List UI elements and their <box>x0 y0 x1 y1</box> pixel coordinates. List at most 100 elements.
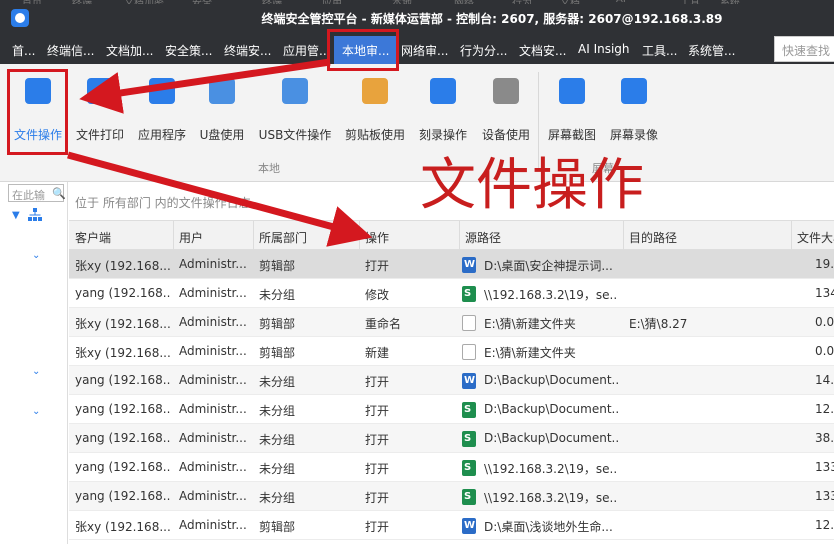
column-header-7[interactable]: 文件大小 <box>797 229 834 246</box>
menu-item-2[interactable]: 终端信... <box>47 42 94 59</box>
menu-item-4[interactable]: 安全策... <box>165 42 212 59</box>
ghost-menu-item: 网络 <box>454 0 474 4</box>
table-row[interactable]: 张xy (192.168... Administr... 剪辑部 新建 E:\猜\新建文… <box>69 337 834 366</box>
ghost-menu-item: 应用 <box>322 0 342 4</box>
menu-item-5[interactable]: 终端安... <box>224 42 271 59</box>
cell-op: 打开 <box>365 462 390 476</box>
menu-item-8[interactable]: 网络审... <box>401 42 448 59</box>
cell-src: D:\桌面\安企神提示词... <box>484 259 613 273</box>
menu-item-6[interactable]: 应用管... <box>283 42 330 59</box>
title-bar: 首页 终端 文档加密 安全 终端 应用 本地 网络 行为 文档 AI 工具 系统 终端安全管控平台 - … <box>0 0 834 36</box>
menu-item-3[interactable]: 文档加... <box>106 42 153 59</box>
menu-item-11[interactable]: AI Insigh <box>578 42 630 56</box>
table-row[interactable]: yang (192.168... Administr... 未分组 打开 D:\Back… <box>69 395 834 424</box>
ribbon-button-label: USB文件操作 <box>258 128 332 142</box>
cell-dept: 剪辑部 <box>259 317 296 331</box>
ribbon-button-5[interactable]: USB文件操作 <box>254 72 336 168</box>
cell-src: D:\Backup\Document... <box>484 431 618 445</box>
column-header-1[interactable]: 客户端 <box>75 229 111 246</box>
table-row[interactable]: yang (192.168... Administr... 未分组 打开 \\192.1… <box>69 453 834 482</box>
chevron-down-icon[interactable]: ▼ <box>12 210 20 221</box>
ribbon-button-6[interactable]: 剪贴板使用 <box>340 72 410 168</box>
cell-user: Administr... <box>179 402 247 416</box>
highlight-box-file-operation <box>7 69 68 155</box>
table-row[interactable]: yang (192.168... Administr... 未分组 打开 D:\Back… <box>69 366 834 395</box>
menu-item-13[interactable]: 系统管... <box>688 42 735 59</box>
usb-drive-icon <box>209 78 235 104</box>
column-header-6[interactable]: 目的路径 <box>629 229 677 246</box>
table-row[interactable]: 张xy (192.168... Administr... 剪辑部 打开 D:\桌面\浅谈… <box>69 511 834 540</box>
ribbon-button-3[interactable]: 应用程序 <box>132 72 192 168</box>
column-header-2[interactable]: 用户 <box>179 229 203 246</box>
column-separator[interactable] <box>459 221 460 251</box>
cell-size: 14.0 <box>815 373 834 387</box>
cell-size: 38.6 <box>815 431 834 445</box>
cell-src: \\192.168.3.2\19，se... <box>484 288 618 302</box>
ghost-menu-item: 终端 <box>262 0 282 4</box>
cell-client: yang (192.168... <box>75 460 171 474</box>
cell-size: 133.4 <box>815 489 834 503</box>
cell-user: Administr... <box>179 315 247 329</box>
cell-op: 打开 <box>365 404 390 418</box>
column-separator[interactable] <box>253 221 254 251</box>
screen-record-icon <box>621 78 647 104</box>
cell-client: yang (192.168... <box>75 489 171 503</box>
department-tree: 在此输 🔍 ▼ ⌄ ⌄ ⌄ <box>0 182 68 544</box>
ghost-menu-item: 行为 <box>512 0 532 4</box>
ribbon-button-2[interactable]: 文件打印 <box>70 72 130 168</box>
table-row[interactable]: yang (192.168... Administr... 未分组 修改 \\192.1… <box>69 279 834 308</box>
cell-user: Administr... <box>179 518 247 532</box>
cell-user: Administr... <box>179 257 247 271</box>
tree-search-input[interactable]: 在此输 🔍 <box>8 184 66 202</box>
quick-search-input[interactable]: 快速查找 <box>774 36 834 62</box>
excel-file-icon: S <box>462 402 476 418</box>
menu-item-1[interactable]: 首... <box>12 42 35 59</box>
chevron-down-icon[interactable]: ⌄ <box>32 366 40 377</box>
table-row[interactable]: yang (192.168... Administr... 未分组 打开 \\192.1… <box>69 482 834 511</box>
chevron-down-icon[interactable]: ⌄ <box>32 250 40 261</box>
table-row[interactable]: yang (192.168... Administr... 未分组 打开 D:\Back… <box>69 424 834 453</box>
menu-item-10[interactable]: 文档安... <box>519 42 566 59</box>
cell-client: yang (192.168... <box>75 402 171 416</box>
cell-op: 打开 <box>365 433 390 447</box>
table-header: 客户端 用户 所属部门 操作 源路径 目的路径 文件大小 <box>69 220 834 251</box>
cell-size: 0.0 <box>815 315 834 329</box>
column-separator[interactable] <box>623 221 624 251</box>
word-file-icon: W <box>462 373 476 389</box>
clipboard-icon <box>362 78 388 104</box>
cell-dept: 未分组 <box>259 491 296 505</box>
tree-search-placeholder: 在此输 <box>12 189 45 202</box>
cell-size: 0.0 <box>815 344 834 358</box>
menu-item-9[interactable]: 行为分... <box>460 42 507 59</box>
cell-dept: 未分组 <box>259 462 296 476</box>
cell-op: 打开 <box>365 259 390 273</box>
column-separator[interactable] <box>791 221 792 251</box>
cell-op: 打开 <box>365 491 390 505</box>
column-header-4[interactable]: 操作 <box>365 229 389 246</box>
column-header-3[interactable]: 所属部门 <box>259 229 307 246</box>
filter-description: 位于 所有部门 内的文件操作日志 <box>75 196 251 210</box>
ribbon-button-4[interactable]: U盘使用 <box>194 72 250 168</box>
excel-file-icon: S <box>462 460 476 476</box>
cell-src: \\192.168.3.2\19，se... <box>484 491 618 505</box>
cell-src: \\192.168.3.2\19，se... <box>484 462 618 476</box>
table-row[interactable]: 张xy (192.168... Administr... 剪辑部 打开 D:\桌面\安企… <box>69 250 834 279</box>
column-separator[interactable] <box>173 221 174 251</box>
column-separator[interactable] <box>359 221 360 251</box>
ghost-menu-item: 安全 <box>192 0 212 4</box>
table-row[interactable]: 张xy (192.168... Administr... 剪辑部 重命名 E:\猜\新建… <box>69 308 834 337</box>
application-icon <box>149 78 175 104</box>
cell-src: D:\Backup\Document... <box>484 402 618 416</box>
ghost-menu-item: 系统 <box>720 0 740 4</box>
search-icon[interactable]: 🔍 <box>52 187 66 200</box>
cell-dept: 未分组 <box>259 404 296 418</box>
cell-user: Administr... <box>179 286 247 300</box>
cell-op: 打开 <box>365 520 390 534</box>
ghost-menu-item: 终端 <box>72 0 92 4</box>
cell-op: 重命名 <box>365 317 402 331</box>
cell-client: yang (192.168... <box>75 286 171 300</box>
column-header-5[interactable]: 源路径 <box>465 229 501 246</box>
cell-dept: 剪辑部 <box>259 520 296 534</box>
chevron-down-icon[interactable]: ⌄ <box>32 406 40 417</box>
menu-item-12[interactable]: 工具... <box>642 42 677 59</box>
